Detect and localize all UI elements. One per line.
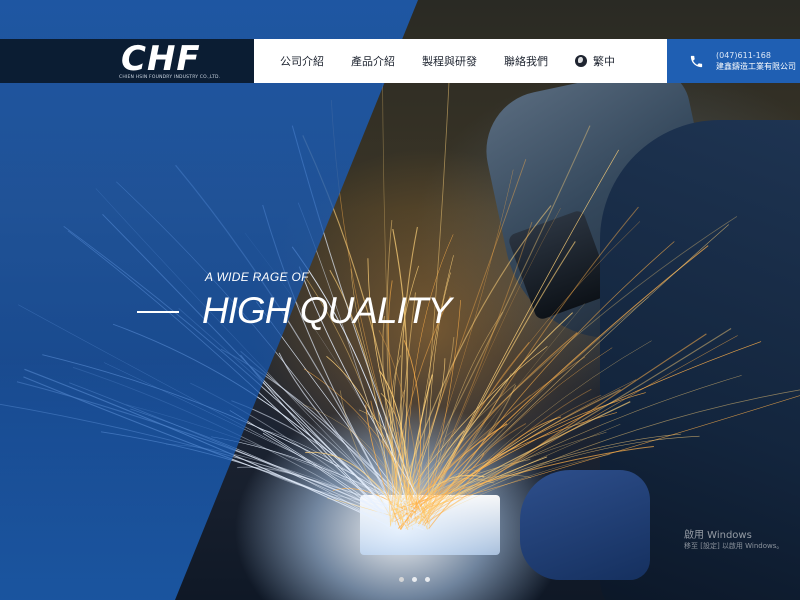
nav-item-about[interactable]: 公司介紹 [280, 53, 324, 69]
language-selector[interactable]: 繁中 [575, 53, 615, 69]
slider-dot[interactable] [399, 577, 404, 582]
hero-tagline-small: A WIDE RAGE OF [205, 270, 309, 284]
logo-subtitle: CHIEN HSIN FOUNDRY INDUSTRY CO.,LTD. [119, 75, 221, 80]
logo: CHF [121, 39, 201, 79]
slider-dot[interactable] [425, 577, 430, 582]
windows-activation-subtitle: 移至 [設定] 以啟用 Windows。 [684, 542, 784, 550]
contact-company: 建鑫鑄造工業有限公司 [716, 62, 796, 71]
logo-link[interactable]: CHF CHIEN HSIN FOUNDRY INDUSTRY CO.,LTD. [0, 39, 254, 83]
main-nav: 公司介紹 產品介紹 製程與研發 聯絡我們 繁中 [254, 39, 667, 83]
phone-icon [690, 55, 703, 67]
windows-activation-title: 啟用 Windows [684, 530, 752, 541]
nav-item-process[interactable]: 製程與研發 [422, 53, 477, 69]
contact-phone: (047)611-168 [716, 51, 771, 60]
contact-box[interactable]: (047)611-168 建鑫鑄造工業有限公司 [667, 39, 800, 83]
contact-text: (047)611-168 建鑫鑄造工業有限公司 [716, 50, 796, 72]
site-header: CHF CHIEN HSIN FOUNDRY INDUSTRY CO.,LTD.… [0, 39, 800, 83]
nav-item-contact[interactable]: 聯絡我們 [504, 53, 548, 69]
nav-item-products[interactable]: 產品介紹 [351, 53, 395, 69]
slider-dot[interactable] [412, 577, 417, 582]
globe-icon [575, 55, 587, 67]
hero-tagline-big: HIGH QUALITY [202, 290, 452, 331]
slider-dots [399, 577, 438, 582]
language-label: 繁中 [593, 55, 615, 68]
hero-tagline-divider [137, 311, 179, 313]
